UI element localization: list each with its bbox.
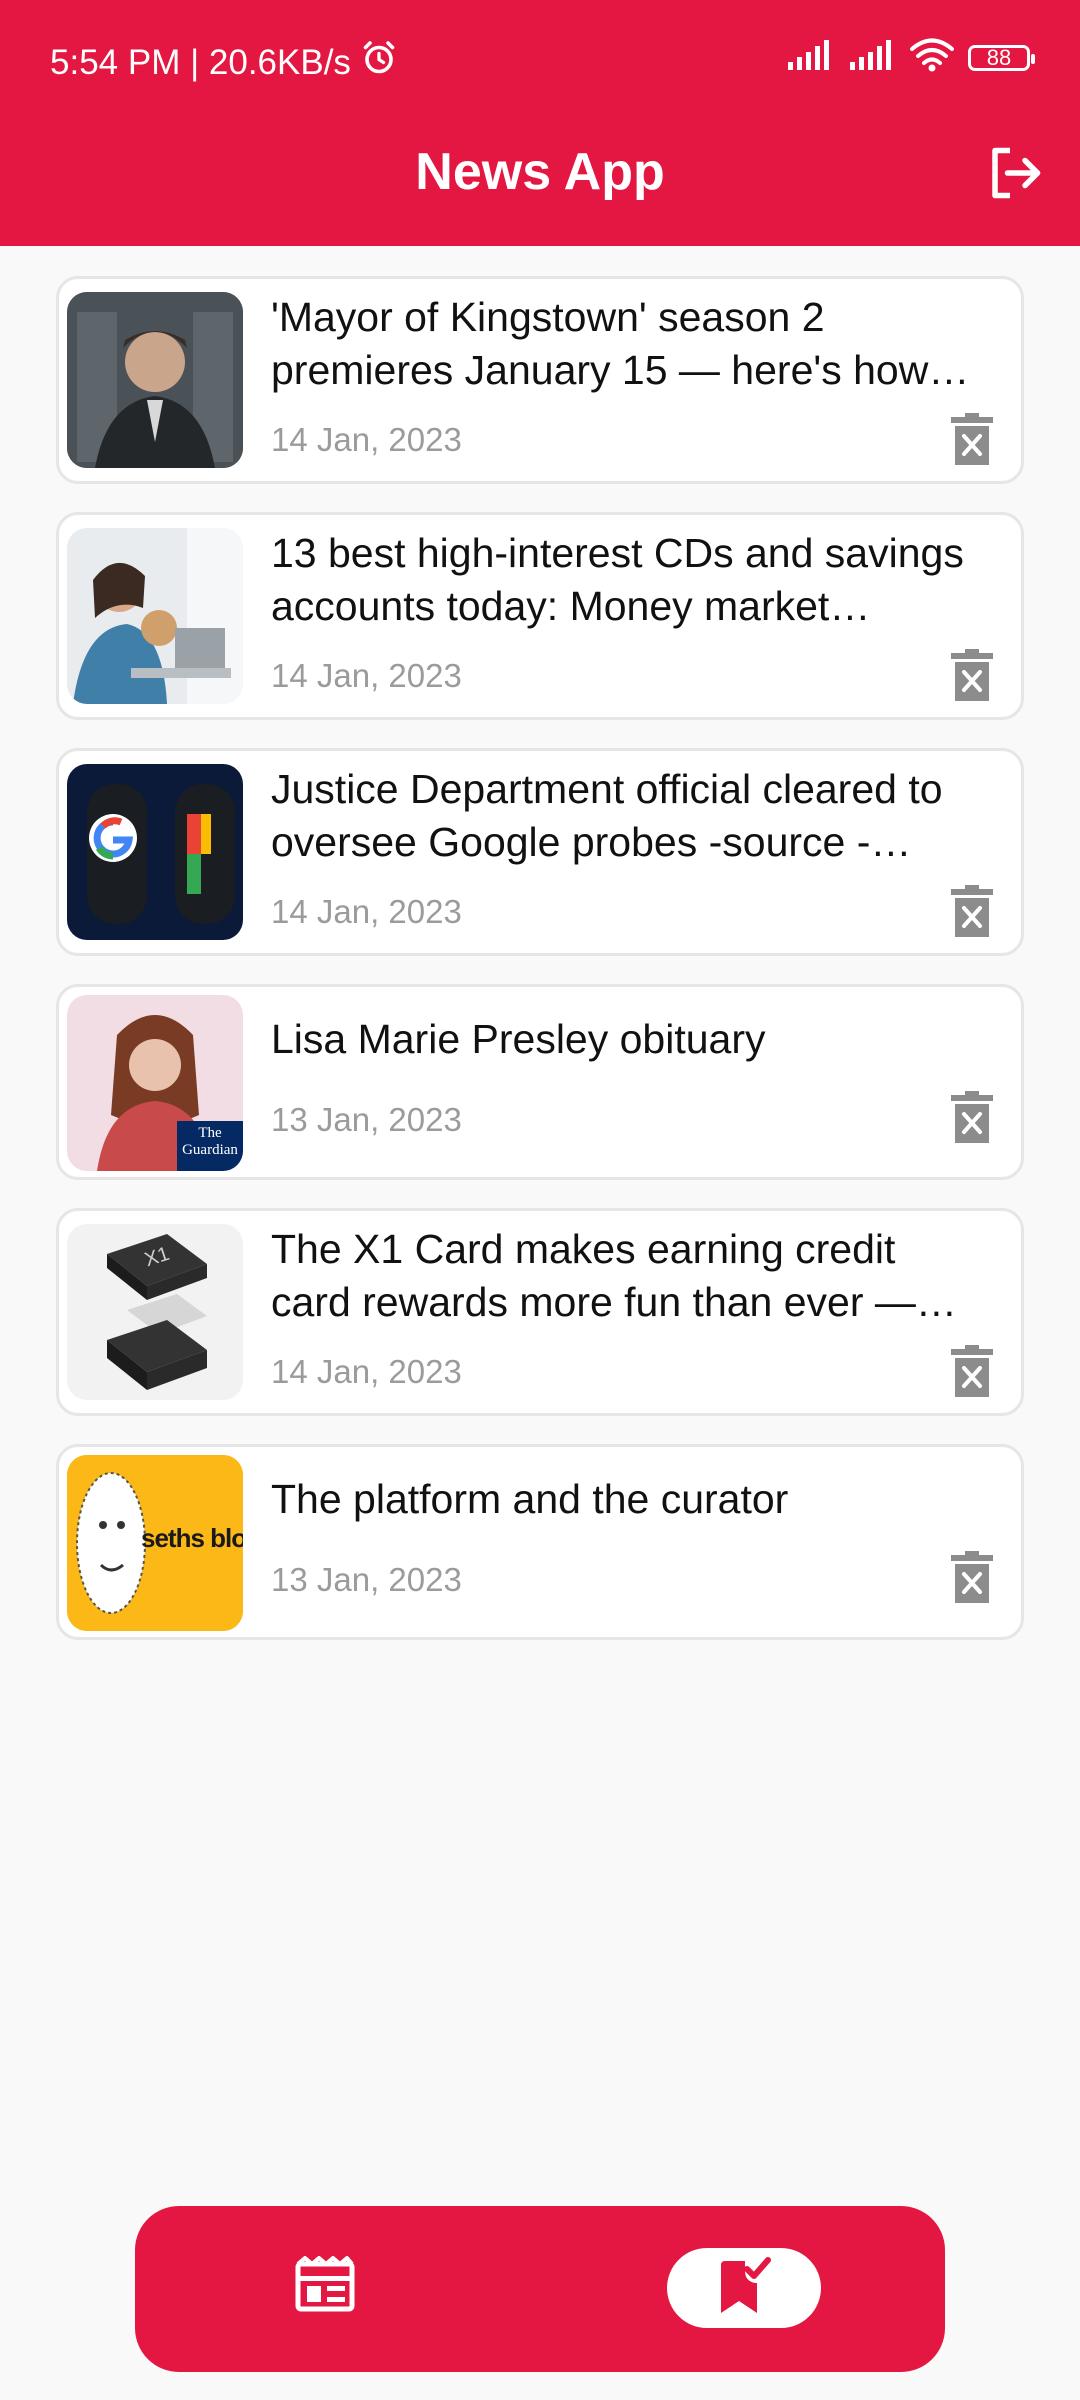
status-bar: 5:54 PM | 20.6KB/s 88	[0, 0, 1080, 122]
delete-icon	[951, 648, 993, 706]
delete-button[interactable]	[947, 648, 997, 706]
bookmark-check-icon	[717, 2256, 771, 2320]
delete-icon	[951, 1344, 993, 1402]
article-card[interactable]: 'Mayor of Kingstown' season 2 premieres …	[56, 276, 1024, 484]
article-thumbnail: seths blog	[67, 1455, 243, 1631]
article-title: 13 best high-interest CDs and savings ac…	[271, 530, 964, 629]
article-thumbnail	[67, 292, 243, 468]
app-bar: News App	[0, 122, 1080, 246]
status-time: 5:54 PM | 20.6KB/s	[50, 42, 351, 82]
delete-button[interactable]	[947, 1550, 997, 1608]
article-date: 14 Jan, 2023	[271, 1353, 462, 1390]
article-date: 14 Jan, 2023	[271, 893, 462, 930]
article-title: The platform and the curator	[271, 1476, 789, 1522]
delete-icon	[951, 1090, 993, 1148]
article-date: 14 Jan, 2023	[271, 421, 462, 458]
alarm-icon	[361, 40, 397, 85]
delete-button[interactable]	[947, 1090, 997, 1148]
wifi-icon	[910, 38, 954, 77]
logout-icon	[985, 143, 1045, 208]
newspaper-icon	[295, 2255, 355, 2317]
article-date: 13 Jan, 2023	[271, 1561, 462, 1598]
article-title: Lisa Marie Presley obituary	[271, 1016, 766, 1062]
delete-icon	[951, 1550, 993, 1608]
article-thumbnail: X1	[67, 1224, 243, 1400]
battery-level: 88	[986, 44, 1012, 70]
article-thumbnail: The Guardian	[67, 995, 243, 1171]
delete-button[interactable]	[947, 412, 997, 470]
nav-saved-button[interactable]	[667, 2248, 821, 2328]
delete-button[interactable]	[947, 884, 997, 942]
article-card[interactable]: X1 The X1 Card makes earning credit card…	[56, 1208, 1024, 1416]
article-title: 'Mayor of Kingstown' season 2 premieres …	[271, 294, 929, 393]
logout-button[interactable]	[980, 140, 1050, 210]
status-left: 5:54 PM | 20.6KB/s	[50, 40, 397, 85]
cell-signal-icon-2	[848, 40, 896, 75]
cell-signal-icon	[786, 40, 834, 75]
delete-button[interactable]	[947, 1344, 997, 1402]
article-title: The X1 Card makes earning credit card re…	[271, 1226, 916, 1325]
article-thumbnail	[67, 528, 243, 704]
article-card[interactable]: The Guardian Lisa Marie Presley obituary…	[56, 984, 1024, 1180]
article-thumbnail	[67, 764, 243, 940]
article-card[interactable]: Justice Department official cleared to o…	[56, 748, 1024, 956]
article-date: 13 Jan, 2023	[271, 1101, 462, 1138]
page-title: News App	[415, 143, 665, 201]
thumbnail-logo-text: seths blog	[141, 1523, 243, 1553]
delete-icon	[951, 412, 993, 470]
bottom-nav	[135, 2206, 945, 2372]
article-card[interactable]: seths blog The platform and the curator …	[56, 1444, 1024, 1640]
nav-news-button[interactable]	[285, 2246, 365, 2326]
delete-icon	[951, 884, 993, 942]
article-date: 14 Jan, 2023	[271, 657, 462, 694]
article-title: Justice Department official cleared to o…	[271, 766, 943, 865]
battery-icon: 88	[968, 44, 1035, 71]
thumbnail-logo-text: The Guardian	[182, 1125, 238, 1158]
article-card[interactable]: 13 best high-interest CDs and savings ac…	[56, 512, 1024, 720]
status-right: 88	[786, 38, 1035, 77]
